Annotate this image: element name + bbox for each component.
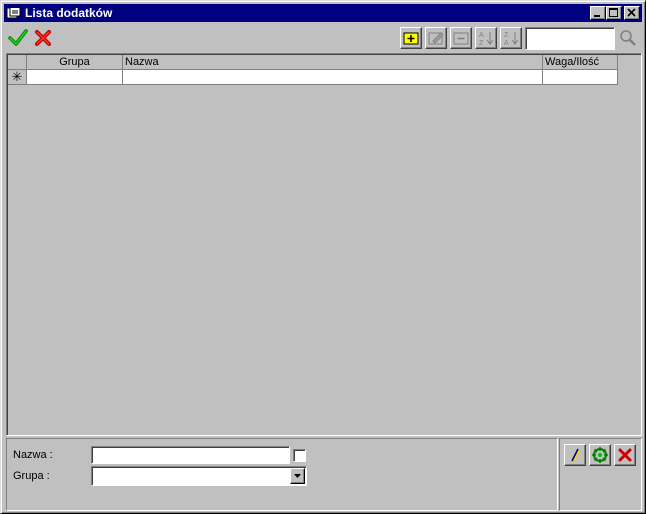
group-dropdown-button[interactable] — [290, 468, 305, 484]
remove-icon — [453, 32, 469, 45]
column-header-waga[interactable]: Waga/Ilość — [543, 55, 618, 70]
sort-az-icon: A Z — [479, 32, 494, 46]
clear-filter-button[interactable] — [614, 444, 636, 466]
name-label: Nazwa : — [13, 449, 53, 461]
advanced-filter-button[interactable] — [589, 444, 611, 466]
add-record-button[interactable] — [400, 27, 422, 49]
cancel-button[interactable] — [32, 26, 54, 50]
svg-text:Z: Z — [479, 40, 484, 46]
maximize-icon — [609, 8, 618, 17]
grid-cell-waga[interactable] — [543, 70, 618, 85]
sort-za-icon: Z A — [504, 32, 519, 46]
search-button[interactable] — [617, 27, 639, 49]
check-icon — [8, 29, 28, 46]
filter-actions-panel — [559, 438, 642, 511]
column-header-nazwa[interactable]: Nazwa — [123, 55, 543, 70]
x-icon — [618, 448, 632, 462]
grid-corner — [8, 55, 27, 70]
group-label: Grupa : — [13, 470, 50, 482]
search-icon — [620, 30, 636, 46]
title-bar[interactable]: Lista dodatków — [4, 4, 642, 22]
gear-icon — [592, 447, 608, 463]
sort-descending-button[interactable]: Z A — [500, 27, 522, 49]
svg-text:A: A — [479, 32, 484, 39]
svg-text:A: A — [504, 40, 509, 46]
name-input[interactable] — [91, 446, 290, 464]
minimize-icon — [594, 15, 600, 17]
chevron-down-icon — [293, 473, 301, 478]
group-select[interactable] — [91, 466, 307, 486]
add-icon — [403, 32, 419, 45]
column-header-grupa[interactable]: Grupa — [27, 55, 123, 70]
x-icon — [35, 30, 51, 46]
filter-icon — [571, 448, 581, 462]
maximize-button[interactable] — [606, 6, 622, 20]
app-icon — [6, 5, 22, 20]
accept-button[interactable] — [7, 26, 29, 50]
search-input[interactable] — [525, 27, 615, 50]
delete-record-button[interactable] — [450, 27, 472, 49]
window-controls — [590, 6, 640, 20]
toolbar: A Z Z A — [6, 26, 642, 52]
minimize-button[interactable] — [590, 6, 606, 20]
apply-filter-button[interactable] — [564, 444, 586, 466]
data-grid[interactable]: Grupa Nazwa Waga/Ilość ✳ — [6, 53, 642, 436]
edit-record-button[interactable] — [425, 27, 447, 49]
sort-ascending-button[interactable]: A Z — [475, 27, 497, 49]
close-button[interactable] — [624, 6, 640, 20]
svg-text:Z: Z — [504, 32, 509, 39]
edit-icon — [428, 32, 444, 45]
grid-cell-grupa[interactable] — [27, 70, 123, 85]
main-window: Lista dodatków A Z Z A Grupa Nazwa Waga/… — [0, 0, 646, 514]
grid-cell-nazwa[interactable] — [123, 70, 543, 85]
new-row-marker: ✳ — [8, 70, 27, 85]
close-icon — [627, 8, 636, 17]
name-checkbox[interactable] — [293, 449, 306, 462]
filter-panel: Nazwa : Grupa : — [6, 438, 558, 511]
window-title: Lista dodatków — [25, 6, 113, 20]
